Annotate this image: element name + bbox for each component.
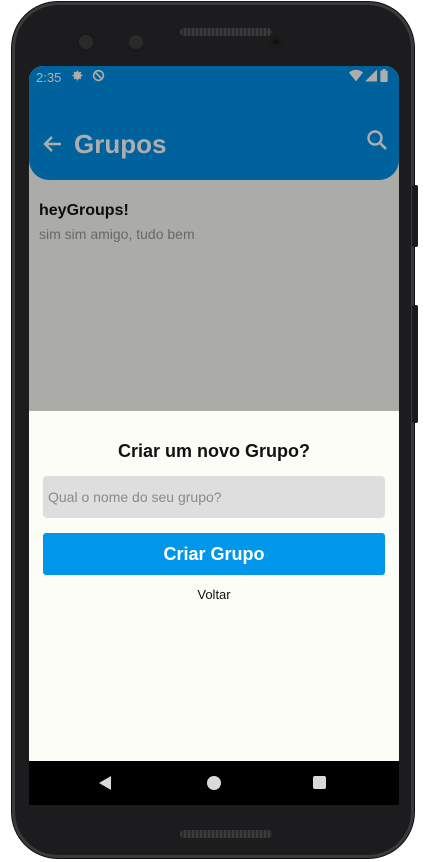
create-group-sheet: Criar um novo Grupo? Criar Grupo Voltar [29, 411, 399, 761]
proximity-sensor [270, 36, 282, 48]
bottom-speaker [180, 830, 272, 838]
app-screen: 2:35 Grupos heyGroups! sim sim amigo, tu… [29, 66, 399, 805]
nav-back-icon[interactable] [99, 776, 111, 790]
back-link[interactable]: Voltar [29, 587, 399, 602]
nav-recents-icon[interactable] [313, 776, 326, 789]
group-name-input[interactable] [43, 476, 385, 518]
modal-backdrop[interactable] [29, 66, 399, 411]
front-sensor [126, 32, 146, 52]
nav-home-icon[interactable] [207, 776, 221, 790]
power-button [412, 185, 418, 247]
top-speaker [180, 28, 272, 36]
volume-button [412, 305, 418, 423]
create-group-button[interactable]: Criar Grupo [43, 533, 385, 575]
front-camera [76, 32, 96, 52]
android-nav-bar [29, 761, 399, 805]
dialog-title: Criar um novo Grupo? [117, 441, 310, 461]
